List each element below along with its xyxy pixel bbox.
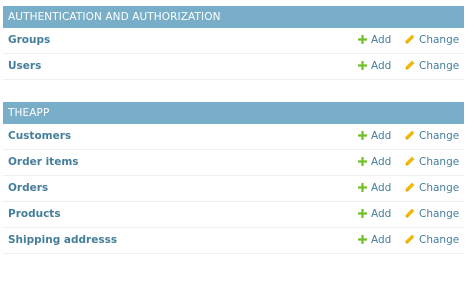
change-link-users[interactable]: Change: [405, 54, 459, 79]
model-link-customers[interactable]: Customers: [8, 124, 71, 149]
add-link-order-items[interactable]: Add: [358, 150, 391, 175]
add-label: Add: [371, 60, 392, 72]
pencil-icon: [405, 34, 415, 44]
change-label: Change: [419, 182, 460, 194]
change-label: Change: [419, 130, 460, 142]
model-row: Order items Add Change: [3, 150, 464, 176]
change-link-products[interactable]: Change: [405, 202, 459, 227]
add-link-orders[interactable]: Add: [358, 176, 391, 201]
model-row: Groups Add Change: [3, 28, 464, 54]
module-caption[interactable]: THEAPP: [3, 102, 464, 124]
pencil-icon: [405, 130, 415, 140]
model-row: Users Add Change: [3, 54, 464, 80]
add-label: Add: [371, 130, 392, 142]
change-label: Change: [419, 34, 460, 46]
plus-icon: [358, 182, 367, 192]
change-label: Change: [419, 60, 460, 72]
model-link-orders[interactable]: Orders: [8, 176, 48, 201]
change-link-groups[interactable]: Change: [405, 28, 459, 53]
add-label: Add: [371, 234, 392, 246]
add-label: Add: [371, 156, 392, 168]
plus-icon: [358, 208, 367, 218]
add-label: Add: [371, 34, 392, 46]
plus-icon: [358, 156, 367, 166]
model-row: Shipping addresss Add Change: [3, 228, 464, 254]
add-link-products[interactable]: Add: [358, 202, 391, 227]
pencil-icon: [405, 208, 415, 218]
change-link-order-items[interactable]: Change: [405, 150, 459, 175]
add-link-groups[interactable]: Add: [358, 28, 391, 53]
change-label: Change: [419, 208, 460, 220]
model-link-products[interactable]: Products: [8, 202, 61, 227]
plus-icon: [358, 234, 367, 244]
add-link-shipping-addresss[interactable]: Add: [358, 228, 391, 253]
model-link-shipping-addresss[interactable]: Shipping addresss: [8, 228, 117, 253]
model-link-order-items[interactable]: Order items: [8, 150, 79, 175]
pencil-icon: [405, 60, 415, 70]
plus-icon: [358, 34, 367, 44]
plus-icon: [358, 60, 367, 70]
change-label: Change: [419, 234, 460, 246]
add-link-users[interactable]: Add: [358, 54, 391, 79]
model-link-users[interactable]: Users: [8, 54, 41, 79]
app-module-theapp: THEAPP Customers Add Change Order items …: [3, 102, 464, 254]
change-link-orders[interactable]: Change: [405, 176, 459, 201]
module-caption[interactable]: AUTHENTICATION AND AUTHORIZATION: [3, 6, 464, 28]
change-link-shipping-addresss[interactable]: Change: [405, 228, 459, 253]
add-label: Add: [371, 208, 392, 220]
pencil-icon: [405, 234, 415, 244]
change-label: Change: [419, 156, 460, 168]
pencil-icon: [405, 156, 415, 166]
app-module-auth: AUTHENTICATION AND AUTHORIZATION Groups …: [3, 6, 464, 80]
plus-icon: [358, 130, 367, 140]
add-label: Add: [371, 182, 392, 194]
change-link-customers[interactable]: Change: [405, 124, 459, 149]
model-row: Products Add Change: [3, 202, 464, 228]
add-link-customers[interactable]: Add: [358, 124, 391, 149]
model-link-groups[interactable]: Groups: [8, 28, 50, 53]
model-row: Customers Add Change: [3, 124, 464, 150]
pencil-icon: [405, 182, 415, 192]
model-row: Orders Add Change: [3, 176, 464, 202]
